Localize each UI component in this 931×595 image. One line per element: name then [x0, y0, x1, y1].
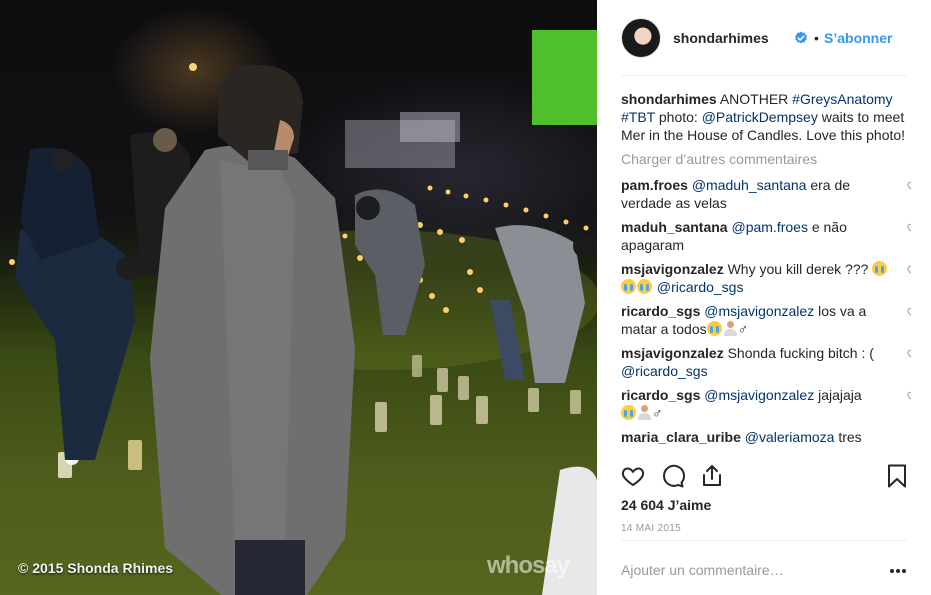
load-more-comments-button[interactable]: Charger d’autres commentaires: [621, 150, 911, 168]
comment-like-heart-icon[interactable]: [907, 348, 911, 360]
mention-link[interactable]: @ricardo_sgs: [657, 279, 744, 295]
mention-link[interactable]: @msjavigonzalez: [704, 303, 814, 319]
bookmark-icon[interactable]: [887, 464, 907, 488]
crying-laughing-emoji-icon: [637, 279, 652, 294]
comment-like-heart-icon[interactable]: [907, 180, 911, 192]
comment-item: msjavigonzalez Why you kill derek ??? @r…: [621, 260, 911, 296]
add-comment-section: [621, 540, 907, 595]
caption-text: ANOTHER: [719, 91, 789, 107]
comment-item: msjavigonzalez Shonda fucking bitch : ( …: [621, 344, 911, 380]
mention-link[interactable]: @pam.froes: [731, 219, 807, 235]
male-sign: ♂: [737, 321, 749, 337]
post-actions-bar: [621, 460, 911, 490]
more-options-icon[interactable]: [889, 568, 907, 574]
caption-text: photo:: [658, 109, 698, 125]
comment-like-heart-icon[interactable]: [907, 222, 911, 234]
heart-icon[interactable]: [621, 464, 645, 488]
post-photo[interactable]: © 2015 Shonda Rhimes whosay: [0, 0, 597, 595]
man-facepalming-emoji-icon: [723, 321, 738, 336]
hashtag-link[interactable]: #GreysAnatomy: [792, 91, 892, 107]
comment-like-heart-icon[interactable]: [907, 264, 911, 276]
mention-link[interactable]: @PatrickDempsey: [702, 109, 818, 125]
mention-link[interactable]: @maduh_santana: [692, 177, 807, 193]
mention-link[interactable]: @ricardo_sgs: [621, 363, 708, 379]
post-caption: shondarhimes ANOTHER #GreysAnatomy #TBT …: [621, 90, 911, 144]
comment-username[interactable]: ricardo_sgs: [621, 303, 700, 319]
comment-item: pam.froes @maduh_santana era de verdade …: [621, 176, 911, 212]
post-side-panel: shondarhimes • S’abonner shondarhimes AN…: [597, 0, 931, 595]
comment-input[interactable]: [621, 562, 861, 578]
crying-laughing-emoji-icon: [621, 279, 636, 294]
comments-list[interactable]: shondarhimes ANOTHER #GreysAnatomy #TBT …: [621, 90, 911, 454]
comment-item: maria_clara_uribe @valeriamoza tres: [621, 428, 911, 446]
comment-username[interactable]: maria_clara_uribe: [621, 429, 741, 445]
caption-username[interactable]: shondarhimes: [621, 91, 717, 107]
comment-username[interactable]: msjavigonzalez: [621, 261, 724, 277]
comment-text: Why you kill derek ???: [727, 261, 869, 277]
header-separator: •: [814, 30, 819, 46]
male-sign: ♂: [652, 405, 663, 421]
comment-item: maduh_santana @pam.froes e não apagaram: [621, 218, 911, 254]
follow-button[interactable]: S’abonner: [824, 30, 892, 46]
comment-text: tres: [838, 429, 862, 445]
photo-copyright: © 2015 Shonda Rhimes: [18, 560, 174, 576]
photo-scene: [9, 30, 597, 595]
man-facepalming-emoji-icon: [637, 405, 652, 420]
crying-laughing-emoji-icon: [872, 261, 888, 276]
verified-badge-icon: [795, 31, 807, 44]
comment-item: ricardo_sgs @msjavigonzalez jajajaja ♂: [621, 386, 911, 422]
avatar[interactable]: [621, 18, 661, 58]
comment-username[interactable]: pam.froes: [621, 177, 688, 193]
share-icon[interactable]: [700, 464, 724, 488]
comment-username[interactable]: maduh_santana: [621, 219, 728, 235]
comment-username[interactable]: msjavigonzalez: [621, 345, 724, 361]
comment-text: Shonda fucking bitch : (: [727, 345, 874, 361]
hashtag-link[interactable]: #TBT: [621, 109, 655, 125]
comment-icon[interactable]: [661, 464, 685, 488]
comment-item: ricardo_sgs @msjavigonzalez los va a mat…: [621, 302, 911, 338]
mention-link[interactable]: @valeriamoza: [745, 429, 835, 445]
comment-like-heart-icon[interactable]: [907, 306, 911, 318]
comment-like-heart-icon[interactable]: [907, 390, 911, 402]
header-username[interactable]: shondarhimes: [673, 30, 769, 46]
crying-laughing-emoji-icon: [621, 405, 636, 420]
post-date[interactable]: 14 MAI 2015: [621, 523, 681, 534]
whosay-watermark: whosay: [487, 552, 570, 579]
comment-text: jajajaja: [818, 387, 862, 403]
comment-username[interactable]: ricardo_sgs: [621, 387, 700, 403]
crying-laughing-emoji-icon: [706, 321, 722, 336]
mention-link[interactable]: @msjavigonzalez: [704, 387, 814, 403]
likes-count[interactable]: 24 604 J’aime: [621, 497, 711, 513]
post-header: shondarhimes • S’abonner: [621, 18, 907, 76]
